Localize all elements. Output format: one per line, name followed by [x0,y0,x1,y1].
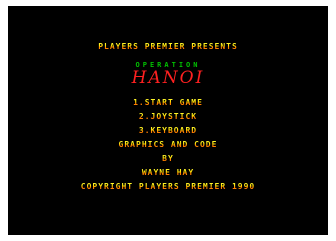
credits-by: BY [8,154,328,163]
presents-text: PLAYERS PREMIER PRESENTS [8,42,328,51]
game-title: HANOI [131,68,205,88]
game-screen: PLAYERS PREMIER PRESENTS OPERATION HANOI… [8,6,328,235]
menu-item-keyboard[interactable]: 3.KEYBOARD [8,126,328,135]
credits-heading: GRAPHICS AND CODE [8,140,328,149]
menu-item-start-game[interactable]: 1.START GAME [8,98,328,107]
credits-author: WAYNE HAY [8,168,328,177]
copyright-text: COPYRIGHT PLAYERS PREMIER 1990 [8,182,328,191]
menu-item-joystick[interactable]: 2.JOYSTICK [8,112,328,121]
game-logo: HANOI [8,69,328,88]
